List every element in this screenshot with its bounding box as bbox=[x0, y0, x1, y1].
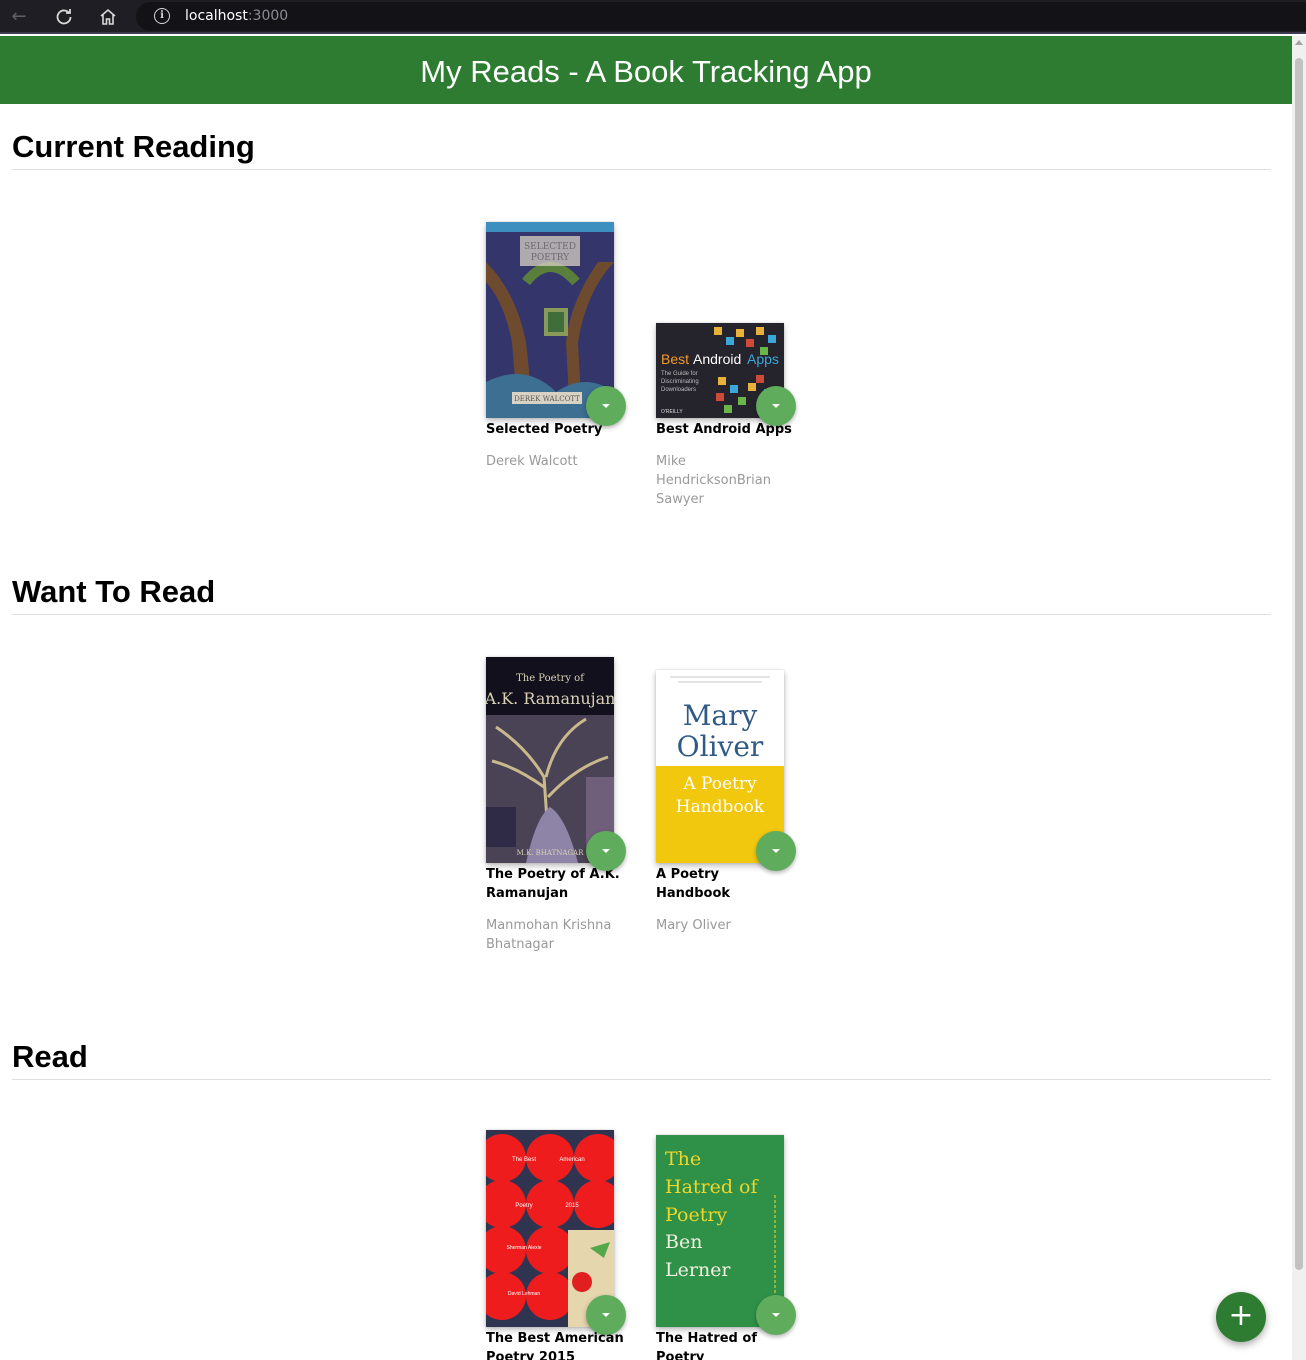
cover-text: M.K. BHATNAGAR bbox=[517, 849, 584, 857]
url-port: :3000 bbox=[247, 8, 289, 24]
shelf-current-reading: Current Reading bbox=[12, 131, 1271, 170]
cover-text: Poetry bbox=[665, 1204, 727, 1226]
cover-text: POETRY bbox=[531, 253, 571, 263]
shelf-changer-button[interactable] bbox=[756, 386, 796, 426]
book-best-american-poetry-2015: The Best American Poetry 2015 Sherman Al… bbox=[486, 1112, 626, 1360]
book-cover[interactable]: The Poetry of A.K. Ramanujan M.K. BHATNA… bbox=[486, 657, 614, 863]
cover-text: Ben bbox=[665, 1231, 702, 1253]
shelf-title: Want To Read bbox=[12, 576, 1271, 615]
shelf-title: Current Reading bbox=[12, 131, 1271, 170]
cover-text: Discriminating bbox=[661, 379, 699, 385]
cover-text: Poetry bbox=[515, 1203, 532, 1209]
scroll-up-arrow-icon[interactable] bbox=[1295, 40, 1303, 45]
site-info-icon[interactable]: i bbox=[154, 8, 170, 24]
book-a-poetry-handbook: Mary Oliver A Poetry Handbook A Poetry H… bbox=[656, 648, 796, 935]
book-best-android-apps: Best Android Apps The Guide for Discrimi… bbox=[656, 203, 796, 509]
address-bar[interactable]: i localhost:3000 bbox=[136, 2, 1306, 31]
page-viewport: My Reads - A Book Tracking App Current R… bbox=[0, 36, 1292, 1360]
cover-text: O'REILLY bbox=[661, 409, 683, 415]
back-arrow-icon[interactable]: ← bbox=[6, 5, 32, 29]
cover-text: Oliver bbox=[677, 730, 764, 763]
browser-toolbar: ← i localhost:3000 bbox=[0, 0, 1306, 34]
cover-text: Sherman Alexie bbox=[506, 1245, 541, 1251]
book-authors: Mike HendricksonBrian Sawyer bbox=[656, 454, 771, 507]
cover-text: Apps bbox=[747, 351, 779, 367]
book-authors: Mary Oliver bbox=[656, 918, 731, 933]
add-book-button[interactable]: + bbox=[1216, 1292, 1266, 1342]
cover-text: Android bbox=[693, 351, 741, 367]
cover-text: Mary bbox=[683, 699, 758, 732]
book-authors: Manmohan Krishna Bhatnagar bbox=[486, 918, 612, 952]
book-selected-poetry: SELECTED POETRY DEREK WALCOTT Selected P… bbox=[486, 203, 626, 471]
page-scrollbar[interactable] bbox=[1292, 36, 1306, 1360]
shelf-changer-button[interactable] bbox=[586, 1295, 626, 1335]
reload-icon[interactable] bbox=[51, 5, 77, 29]
app-title: My Reads - A Book Tracking App bbox=[0, 36, 1292, 104]
cover-text: Handbook bbox=[676, 797, 765, 817]
plus-icon: + bbox=[1228, 1298, 1254, 1333]
shelf-title: Read bbox=[12, 1041, 1271, 1080]
cover-text: Downloaders bbox=[661, 387, 696, 393]
book-poetry-of-ak-ramanujan: The Poetry of A.K. Ramanujan M.K. BHATNA… bbox=[486, 648, 626, 954]
shelf-changer-button[interactable] bbox=[586, 831, 626, 871]
home-icon[interactable] bbox=[95, 5, 121, 29]
cover-text: Lerner bbox=[665, 1259, 731, 1281]
cover-text: A.K. Ramanujan bbox=[486, 689, 614, 708]
cover-text: DEREK WALCOTT bbox=[514, 395, 580, 403]
book-the-hatred-of-poetry: The Hatred of Poetry Ben Lerner The Hatr… bbox=[656, 1112, 796, 1360]
cover-text: The Best bbox=[512, 1157, 536, 1163]
cover-text: Hatred of bbox=[665, 1176, 760, 1198]
cover-text: Best bbox=[661, 351, 689, 367]
shelf-read: Read bbox=[12, 1041, 1271, 1080]
cover-text: David Lehman bbox=[508, 1291, 540, 1297]
cover-text: 2015 bbox=[565, 1203, 579, 1209]
scrollbar-thumb[interactable] bbox=[1295, 58, 1303, 1270]
cover-text: The bbox=[665, 1148, 701, 1170]
shelf-want-to-read: Want To Read bbox=[12, 576, 1271, 615]
shelf-changer-button[interactable] bbox=[756, 1295, 796, 1335]
cover-text: American bbox=[559, 1157, 584, 1163]
cover-text: The Poetry of bbox=[516, 673, 585, 684]
book-authors: Derek Walcott bbox=[486, 454, 578, 469]
cover-text: A Poetry bbox=[682, 774, 757, 794]
url-text[interactable]: localhost:3000 bbox=[185, 8, 288, 24]
url-host: localhost bbox=[185, 8, 248, 24]
shelf-changer-button[interactable] bbox=[756, 831, 796, 871]
cover-text: The Guide for bbox=[661, 371, 698, 377]
shelf-changer-button[interactable] bbox=[586, 386, 626, 426]
cover-text: SELECTED bbox=[524, 242, 576, 252]
